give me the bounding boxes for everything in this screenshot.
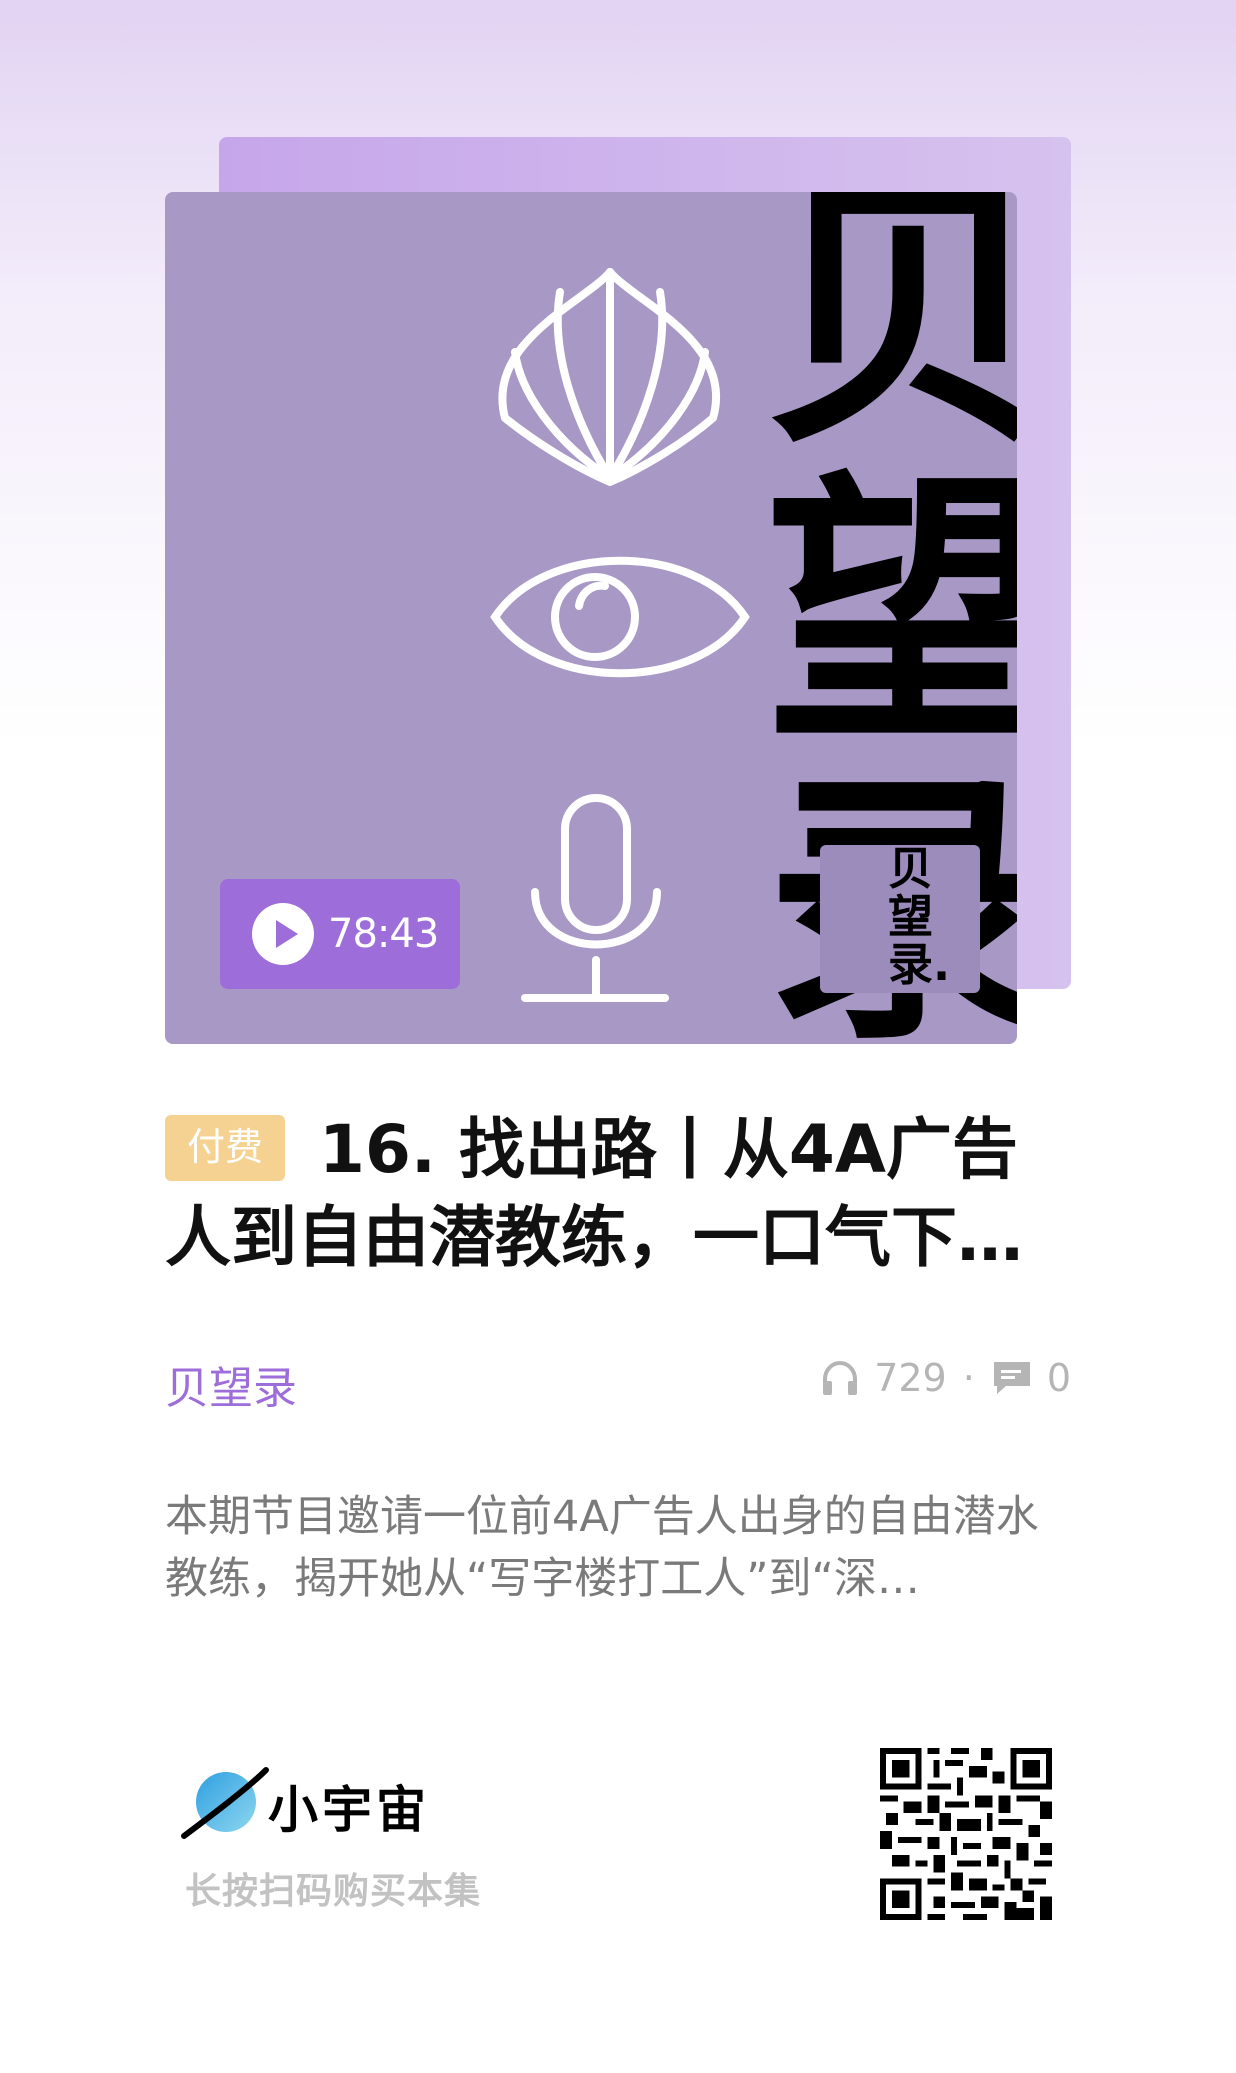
shell-icon (498, 268, 720, 486)
album-name[interactable]: 贝望录 (165, 1352, 297, 1416)
brand-logo: 小宇宙 (178, 1758, 558, 1868)
paid-badge: 付费 (165, 1115, 286, 1181)
duration-label: 78:43 (328, 911, 439, 957)
episode-title: 16. 找出路丨从4A广告人到自由潜教练，一口气下… (165, 1111, 1023, 1276)
listen-count: 729 (874, 1356, 947, 1400)
play-button[interactable]: 78:43 (220, 879, 460, 989)
play-icon (252, 903, 314, 965)
qr-code[interactable] (880, 1748, 1052, 1920)
episode-title-block: 付费 16. 找出路丨从4A广告人到自由潜教练，一口气下… (165, 1106, 1045, 1282)
headphones-icon (823, 1360, 858, 1395)
cover-art: 贝 望 录. 贝 望 录. 78:43 (165, 192, 1017, 1044)
comment-icon (993, 1362, 1030, 1394)
comment-count: 0 (1046, 1356, 1071, 1400)
planet-icon (181, 1767, 269, 1839)
stats: 729 · 0 (820, 1356, 1071, 1400)
meta-row: 贝望录 729 · 0 (165, 1352, 1071, 1414)
eye-icon (490, 556, 750, 678)
episode-description: 本期节目邀请一位前4A广告人出身的自由潜水教练，揭开她从“写字楼打工人”到“深… (165, 1492, 1039, 1604)
microphone-icon (521, 794, 669, 1002)
cover-mini-logo: 贝 望 录. (820, 845, 980, 993)
separator-dot: · (962, 1356, 975, 1400)
cover-mini-text: 贝 望 录. (888, 845, 951, 991)
brand-name: 小宇宙 (268, 1781, 430, 1839)
purchase-hint: 长按扫码购买本集 (185, 1871, 482, 1912)
